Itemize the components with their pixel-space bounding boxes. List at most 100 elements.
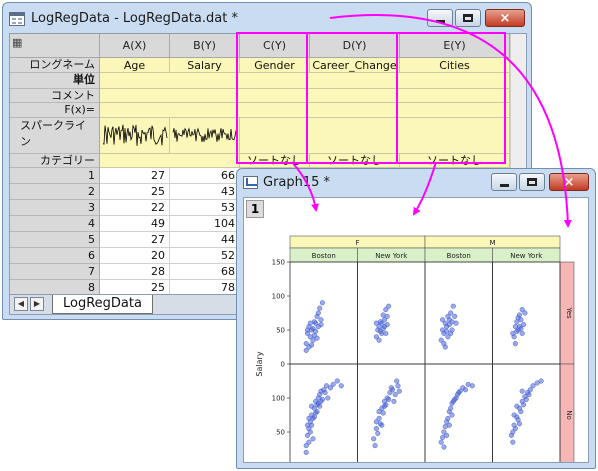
gender-label: F — [355, 239, 359, 247]
table-cell[interactable]: 25 — [100, 184, 170, 200]
column-header-c[interactable]: C(Y) — [240, 34, 310, 58]
column-header-d[interactable]: D(Y) — [310, 34, 400, 58]
y-tick-label: 0 — [281, 361, 285, 369]
panel-frame — [492, 363, 561, 462]
data-point — [519, 388, 525, 394]
data-point — [376, 409, 382, 415]
data-point — [515, 315, 521, 321]
data-point — [386, 303, 392, 309]
worksheet-titlebar[interactable]: LogRegData - LogRegData.dat * × — [3, 3, 531, 35]
maximize-button[interactable] — [455, 9, 481, 27]
row-label-sparklines[interactable]: スパークライン — [10, 118, 100, 154]
table-cell[interactable]: 22 — [100, 200, 170, 216]
row-label-units[interactable]: 単位 — [10, 73, 100, 89]
graph-minimize-button[interactable] — [491, 173, 517, 191]
data-point — [441, 444, 447, 450]
sparkline-salary — [172, 127, 237, 142]
data-point — [313, 410, 319, 416]
long-name-cell-e[interactable]: Cities — [400, 58, 510, 73]
graph-window[interactable]: Graph15 * × F M Boston New York Boston New Yo… — [236, 168, 596, 469]
category-cell-c[interactable]: ソートなし — [240, 154, 310, 168]
city-label: Boston — [312, 252, 336, 260]
table-cell[interactable]: 44 — [170, 232, 240, 248]
units-row[interactable] — [100, 73, 510, 89]
category-cell-e[interactable]: ソートなし — [400, 154, 510, 168]
y-tick-label: 50 — [276, 327, 285, 335]
table-cell[interactable]: 43 — [170, 184, 240, 200]
table-cell[interactable]: 28 — [100, 264, 170, 280]
row-label-categories[interactable]: カテゴリー — [10, 154, 100, 168]
data-point — [438, 439, 444, 445]
tab-next-button[interactable]: ▶ — [30, 297, 44, 311]
worksheet-icon — [9, 12, 25, 26]
graph-icon — [243, 176, 258, 189]
layer-indicator[interactable]: 1 — [246, 200, 264, 218]
city-label: New York — [375, 252, 408, 260]
data-point — [315, 310, 321, 316]
data-point — [375, 430, 381, 436]
minimize-button[interactable] — [427, 9, 453, 27]
fx-row[interactable] — [100, 103, 510, 118]
sparkline-cell-a[interactable] — [100, 118, 170, 154]
table-cell[interactable]: 53 — [170, 200, 240, 216]
sparkline-trace — [102, 124, 167, 146]
graph-page[interactable]: F M Boston New York Boston New York Yes No 0 50 10… — [243, 197, 589, 463]
select-all-corner[interactable]: ▦ — [10, 34, 100, 58]
table-cell[interactable]: 25 — [100, 280, 170, 294]
career-label: Yes — [565, 306, 573, 319]
table-cell[interactable]: 104 — [170, 216, 240, 232]
column-header-a[interactable]: A(X) — [100, 34, 170, 58]
long-name-cell-c[interactable]: Gender — [240, 58, 310, 73]
table-cell[interactable]: 78 — [170, 280, 240, 294]
column-header-e[interactable]: E(Y) — [400, 34, 510, 58]
data-point — [373, 419, 379, 425]
categories-cells-ab[interactable] — [100, 154, 240, 168]
data-point — [309, 342, 315, 348]
comments-row[interactable] — [100, 89, 510, 103]
trellis-scatter-plot[interactable]: F MBoston New York Boston New YorkYesNo05010… — [244, 198, 589, 463]
row-number[interactable]: 5 — [10, 232, 100, 248]
table-cell[interactable]: 66 — [170, 168, 240, 184]
graph-close-button[interactable]: × — [549, 173, 589, 191]
row-number[interactable]: 6 — [10, 248, 100, 264]
data-point — [442, 344, 448, 350]
row-number[interactable]: 4 — [10, 216, 100, 232]
row-label-comments[interactable]: コメント — [10, 89, 100, 103]
sheet-tab-logregdata[interactable]: LogRegData — [52, 295, 153, 314]
data-point — [388, 385, 394, 391]
tab-prev-button[interactable]: ◀ — [14, 297, 28, 311]
row-label-fx[interactable]: F(x)= — [10, 103, 100, 118]
table-cell[interactable]: 20 — [100, 248, 170, 264]
data-point — [530, 383, 536, 389]
long-name-cell-a[interactable]: Age — [100, 58, 170, 73]
row-number[interactable]: 2 — [10, 184, 100, 200]
row-number[interactable]: 7 — [10, 264, 100, 280]
sparkline-cells-empty[interactable] — [240, 118, 510, 154]
table-cell[interactable]: 49 — [100, 216, 170, 232]
close-button[interactable]: × — [485, 9, 525, 27]
row-number[interactable]: 8 — [10, 280, 100, 294]
long-name-cell-d[interactable]: Career_Change — [310, 58, 400, 73]
row-number[interactable]: 1 — [10, 168, 100, 184]
data-point — [527, 387, 533, 393]
graph-maximize-button[interactable] — [519, 173, 545, 191]
sparkline-cell-b[interactable] — [170, 118, 240, 154]
data-point — [449, 319, 455, 325]
data-point — [519, 330, 525, 336]
row-number[interactable]: 3 — [10, 200, 100, 216]
table-cell[interactable]: 27 — [100, 232, 170, 248]
data-point — [511, 412, 517, 418]
table-cell[interactable]: 52 — [170, 248, 240, 264]
table-cell[interactable]: 68 — [170, 264, 240, 280]
y-tick-label: 100 — [272, 395, 285, 403]
close-icon: × — [563, 174, 575, 190]
table-cell[interactable]: 27 — [100, 168, 170, 184]
data-point — [396, 388, 402, 394]
maximize-icon — [520, 174, 544, 190]
row-label-long-name[interactable]: ロングネーム — [10, 58, 100, 73]
panel-frame — [424, 261, 493, 365]
category-cell-d[interactable]: ソートなし — [310, 154, 400, 168]
long-name-cell-b[interactable]: Salary — [170, 58, 240, 73]
column-header-b[interactable]: B(Y) — [170, 34, 240, 58]
data-point — [445, 313, 451, 319]
